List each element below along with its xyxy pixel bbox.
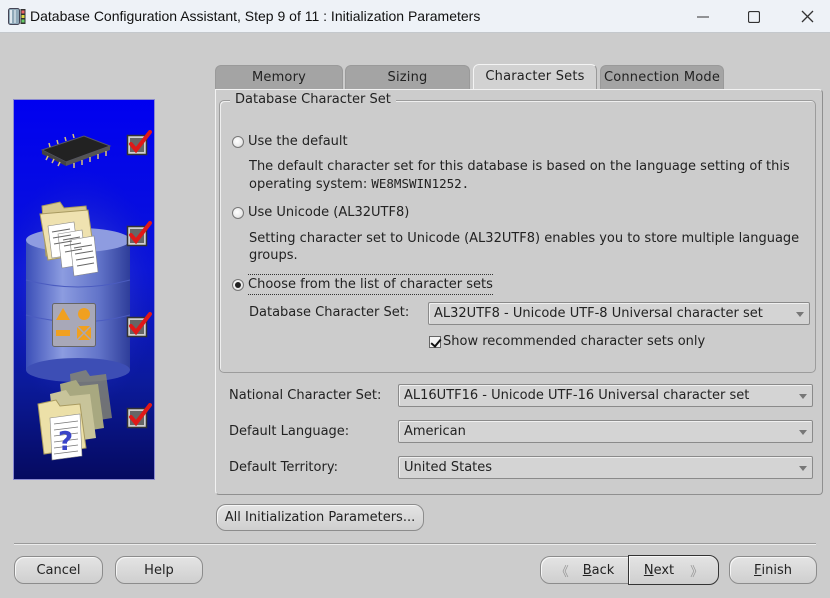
memory-chip-icon bbox=[40, 133, 112, 168]
tab-sizing[interactable]: Sizing bbox=[345, 65, 470, 89]
national-charset-dropdown[interactable]: AL16UTF16 - Unicode UTF-16 Universal cha… bbox=[398, 384, 813, 407]
next-mnemonic: N bbox=[643, 562, 654, 578]
back-mnemonic: B bbox=[582, 562, 592, 578]
all-initialization-parameters-button[interactable]: All Initialization Parameters... bbox=[216, 504, 424, 531]
back-button[interactable]: 《 Back bbox=[540, 556, 630, 584]
radio-button[interactable] bbox=[232, 135, 244, 148]
finish-label: inish bbox=[761, 562, 792, 578]
close-icon bbox=[801, 10, 813, 23]
close-button[interactable] bbox=[784, 0, 830, 33]
radio-label: Choose from the list of character sets bbox=[248, 274, 493, 295]
radio-use-default[interactable]: Use the default bbox=[232, 134, 348, 149]
step-2-complete-check-icon bbox=[126, 221, 152, 247]
show-recommended-checkbox[interactable]: Show recommended character sets only bbox=[429, 334, 705, 349]
db-charset-dropdown[interactable]: AL32UTF8 - Unicode UTF-8 Universal chara… bbox=[428, 302, 810, 325]
radio-label: Use the default bbox=[248, 134, 348, 149]
default-territory-label: Default Territory: bbox=[229, 460, 338, 475]
chevron-down-icon bbox=[799, 430, 807, 435]
finish-button[interactable]: Finish bbox=[729, 556, 817, 584]
checkbox-checked-icon[interactable] bbox=[429, 335, 441, 348]
back-label: ack bbox=[591, 562, 615, 578]
step-3-complete-check-icon bbox=[126, 312, 152, 338]
help-documents-icon: ? bbox=[37, 370, 112, 461]
default-charset-value: WE8MSWIN1252. bbox=[371, 176, 470, 191]
default-description: The default character set for this datab… bbox=[249, 158, 809, 193]
default-description-text: The default character set for this datab… bbox=[249, 159, 790, 192]
tab-connection-mode[interactable]: Connection Mode bbox=[600, 65, 724, 89]
maximize-button[interactable] bbox=[731, 0, 777, 33]
shapes-objects-icon bbox=[52, 303, 96, 347]
dropdown-value: AL16UTF16 - Unicode UTF-16 Universal cha… bbox=[404, 388, 750, 403]
db-charset-label: Database Character Set: bbox=[249, 305, 410, 320]
next-button[interactable]: Next 》 bbox=[628, 555, 719, 585]
dropdown-value: American bbox=[404, 424, 466, 439]
finish-mnemonic: F bbox=[754, 562, 762, 578]
dropdown-value: United States bbox=[404, 460, 493, 475]
radio-button[interactable] bbox=[232, 206, 244, 219]
radio-choose-from-list[interactable]: Choose from the list of character sets bbox=[232, 274, 493, 295]
maximize-icon bbox=[748, 10, 760, 23]
documents-folder-icon bbox=[39, 201, 99, 277]
default-territory-dropdown[interactable]: United States bbox=[398, 456, 813, 479]
title-bar: Database Configuration Assistant, Step 9… bbox=[0, 0, 830, 33]
unicode-description: Setting character set to Unicode (AL32UT… bbox=[249, 231, 800, 263]
radio-label: Use Unicode (AL32UTF8) bbox=[248, 205, 410, 220]
cancel-button[interactable]: Cancel bbox=[14, 556, 103, 584]
window-title: Database Configuration Assistant, Step 9… bbox=[30, 8, 481, 24]
minimize-icon bbox=[697, 16, 709, 17]
radio-button-selected[interactable] bbox=[232, 278, 244, 291]
default-language-label: Default Language: bbox=[229, 424, 350, 439]
dropdown-value: AL32UTF8 - Unicode UTF-8 Universal chara… bbox=[434, 306, 763, 321]
checkbox-label: Show recommended character sets only bbox=[443, 334, 706, 349]
help-button[interactable]: Help bbox=[115, 556, 203, 584]
minimize-button[interactable] bbox=[680, 0, 726, 33]
tab-character-sets[interactable]: Character Sets bbox=[473, 64, 597, 90]
chevron-left-icon: 《 bbox=[555, 564, 569, 580]
national-charset-label: National Character Set: bbox=[229, 388, 382, 403]
default-language-dropdown[interactable]: American bbox=[398, 420, 813, 443]
tab-memory[interactable]: Memory bbox=[215, 65, 343, 89]
radio-use-unicode[interactable]: Use Unicode (AL32UTF8) bbox=[232, 205, 409, 220]
step-1-complete-check-icon bbox=[126, 130, 152, 156]
chevron-down-icon bbox=[796, 312, 804, 317]
database-app-icon bbox=[8, 8, 26, 25]
footer-separator bbox=[14, 543, 816, 545]
next-label: ext bbox=[653, 562, 675, 578]
chevron-right-icon: 》 bbox=[690, 564, 704, 580]
step-4-complete-check-icon bbox=[126, 403, 152, 429]
group-title: Database Character Set bbox=[230, 92, 396, 107]
svg-text:?: ? bbox=[58, 427, 73, 457]
chevron-down-icon bbox=[799, 466, 807, 471]
chevron-down-icon bbox=[799, 394, 807, 399]
